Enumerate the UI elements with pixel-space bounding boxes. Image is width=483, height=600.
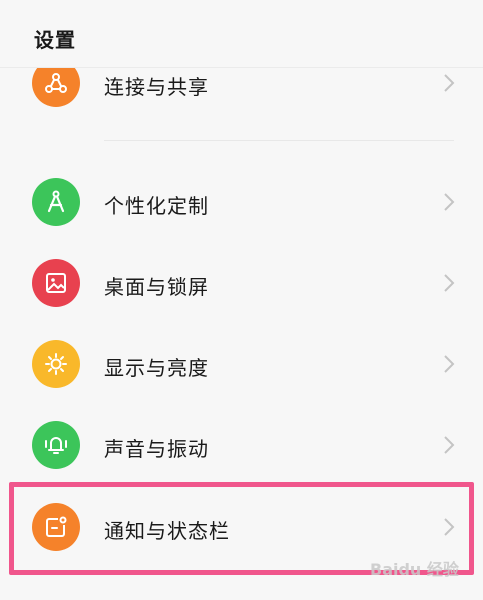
settings-item-display-brightness[interactable]: 显示与亮度 <box>0 325 483 403</box>
header: 设置 <box>0 0 483 68</box>
settings-item-label: 桌面与锁屏 <box>104 275 209 299</box>
settings-item-personalization[interactable]: 个性化定制 <box>0 163 483 241</box>
settings-item-label: 显示与亮度 <box>104 356 209 380</box>
chevron-right-icon <box>444 436 455 454</box>
settings-item-notification-statusbar[interactable]: 通知与状态栏 <box>0 488 483 566</box>
chevron-right-icon <box>444 355 455 373</box>
page-title: 设置 <box>34 28 76 52</box>
notification-icon <box>32 503 80 551</box>
settings-item-label: 通知与状态栏 <box>104 519 230 543</box>
chevron-right-icon <box>444 518 455 536</box>
watermark: Baidu 经验 <box>370 560 459 579</box>
compass-icon <box>32 178 80 226</box>
chevron-right-icon <box>444 74 455 92</box>
settings-item-desktop-lockscreen[interactable]: 桌面与锁屏 <box>0 244 483 322</box>
settings-item-label: 个性化定制 <box>104 194 209 218</box>
settings-item-sound-vibration[interactable]: 声音与振动 <box>0 406 483 484</box>
settings-item-label: 声音与振动 <box>104 437 209 461</box>
image-icon <box>32 259 80 307</box>
section-divider <box>104 140 454 141</box>
chevron-right-icon <box>444 274 455 292</box>
chevron-right-icon <box>444 193 455 211</box>
settings-item-label: 连接与共享 <box>104 75 209 99</box>
sun-icon <box>32 340 80 388</box>
bell-vibrate-icon <box>32 421 80 469</box>
